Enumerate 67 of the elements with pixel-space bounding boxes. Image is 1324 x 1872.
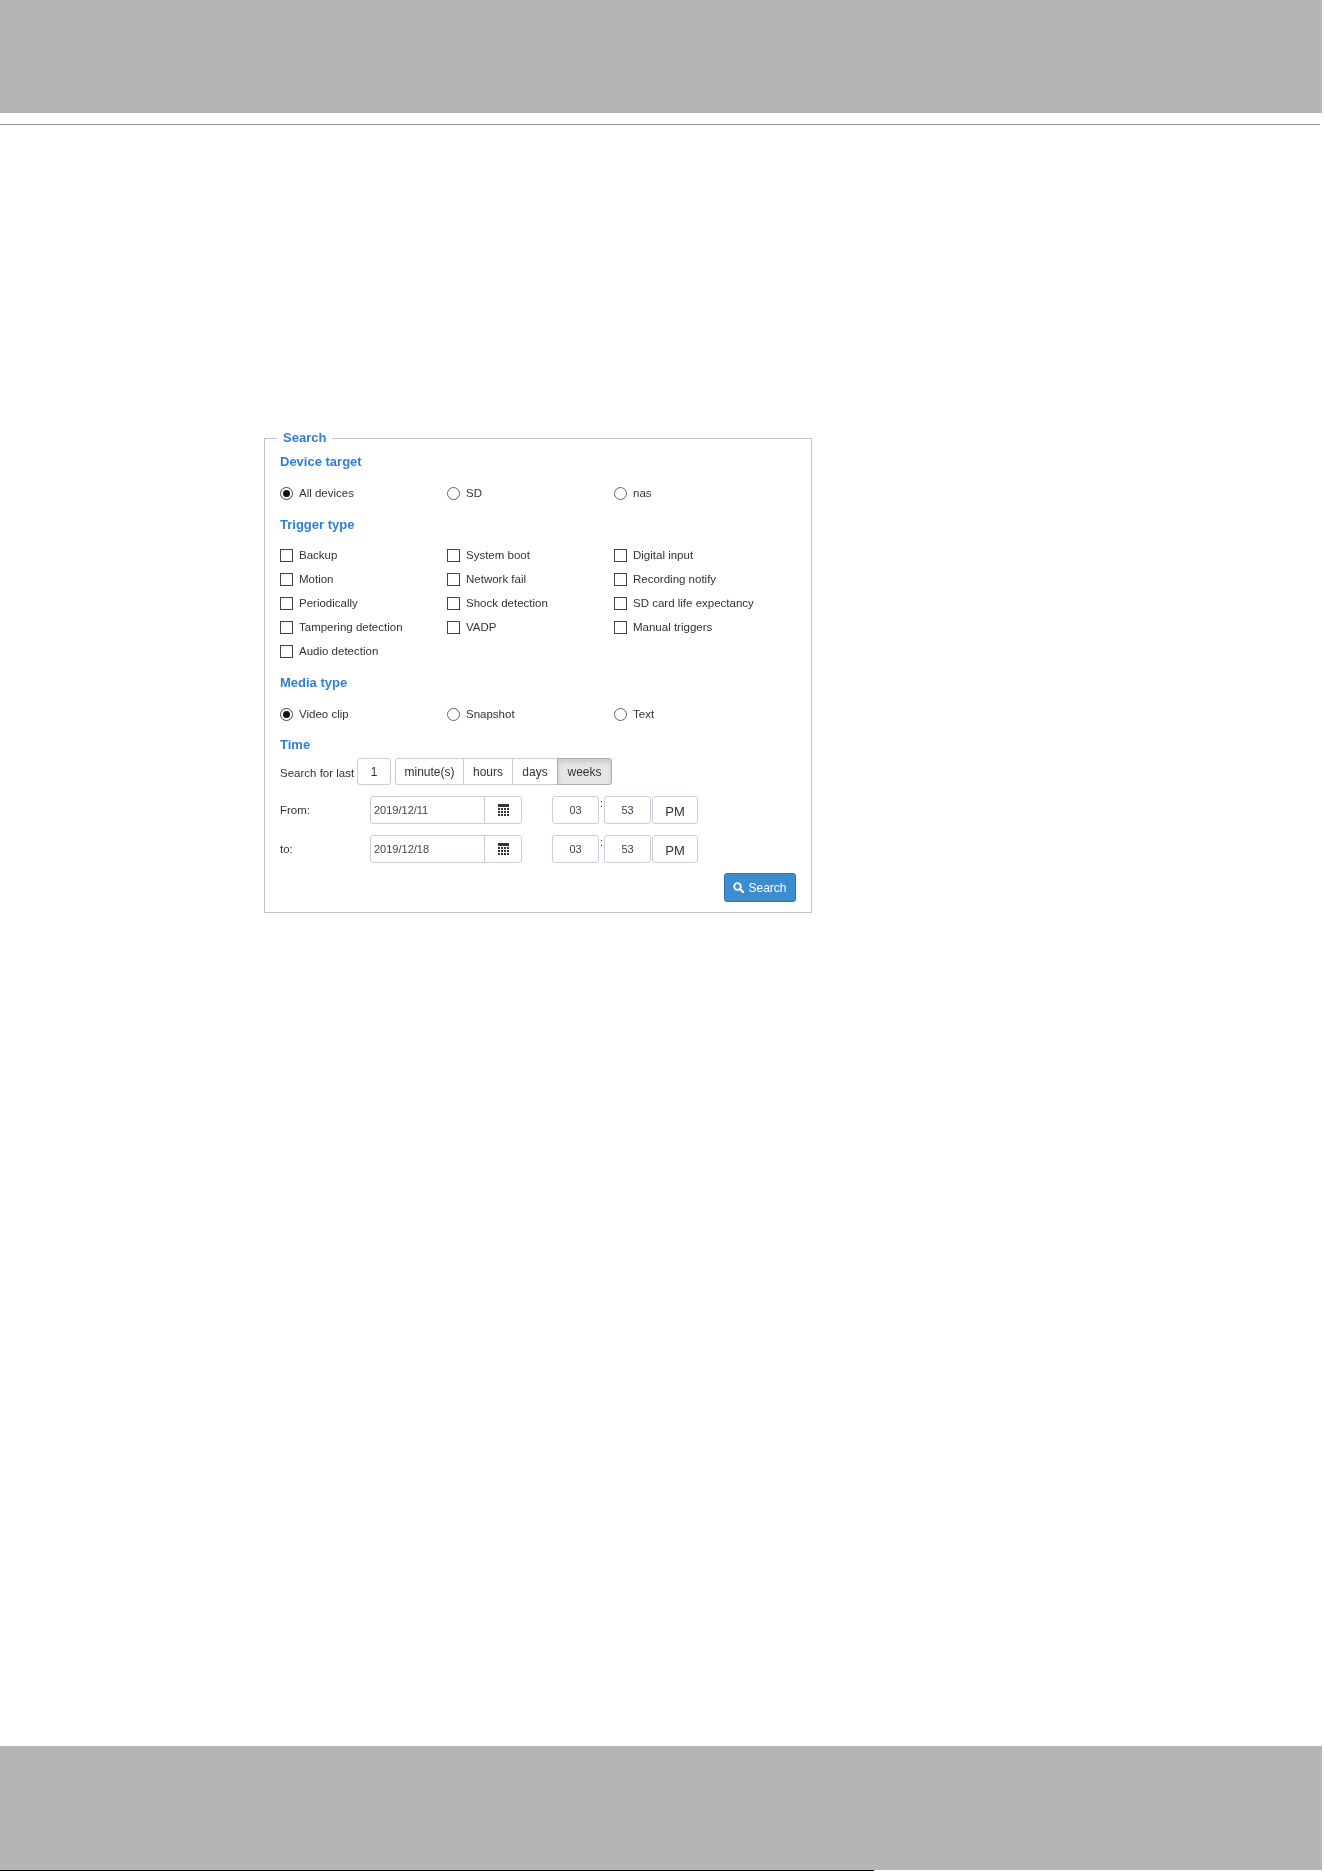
checkbox[interactable] — [614, 596, 627, 610]
minute-field[interactable]: 53 — [604, 835, 651, 863]
checkbox-label: System boot — [466, 548, 530, 563]
checkbox-label: Shock detection — [466, 596, 548, 611]
search-last-label: Search for last — [280, 766, 355, 779]
radio-button[interactable] — [447, 707, 460, 721]
checkbox-label: VADP — [466, 620, 497, 635]
section-heading: Trigger type — [280, 517, 355, 532]
checkbox-label: SD card life expectancy — [633, 596, 754, 611]
calendar-button[interactable] — [484, 796, 522, 824]
calendar-icon — [497, 843, 509, 855]
minute-field[interactable]: 53 — [604, 796, 651, 824]
period-button[interactable]: PM — [652, 835, 698, 863]
time-separator: : — [599, 796, 604, 810]
checkbox-label: Tampering detection — [299, 620, 403, 635]
radio-label: Video clip — [299, 707, 349, 722]
checkbox[interactable] — [447, 572, 460, 586]
radio-button[interactable] — [614, 486, 627, 500]
unit-button[interactable]: hours — [463, 758, 513, 785]
checkbox[interactable] — [447, 620, 460, 634]
checkbox[interactable] — [614, 548, 627, 562]
checkbox[interactable] — [447, 548, 460, 562]
checkbox-label: Manual triggers — [633, 620, 713, 635]
hour-field[interactable]: 03 — [552, 796, 599, 824]
section-heading: Media type — [280, 675, 348, 690]
radio-label: nas — [633, 486, 652, 501]
checkbox-label: Motion — [299, 572, 334, 587]
radio-button[interactable] — [280, 707, 293, 721]
radio-button[interactable] — [614, 707, 627, 721]
unit-button[interactable]: weeks — [557, 758, 612, 785]
radio-button[interactable] — [447, 486, 460, 500]
radio-button[interactable] — [280, 486, 293, 500]
panel-title: Search — [282, 430, 328, 446]
checkbox-label: Audio detection — [299, 644, 379, 659]
time-separator: : — [599, 835, 604, 849]
checkbox[interactable] — [447, 596, 460, 610]
radio-label: Snapshot — [466, 707, 515, 722]
range-label: to: — [280, 843, 293, 855]
unit-button[interactable]: days — [512, 758, 558, 785]
checkbox[interactable] — [280, 548, 293, 562]
search-button[interactable]: Search — [724, 873, 796, 902]
checkbox[interactable] — [614, 572, 627, 586]
section-heading: Device target — [280, 454, 362, 469]
calendar-icon — [497, 804, 509, 816]
search-icon — [733, 882, 745, 893]
unit-button[interactable]: minute(s) — [395, 758, 464, 785]
calendar-button[interactable] — [484, 835, 522, 863]
checkbox-label: Periodically — [299, 596, 358, 611]
checkbox[interactable] — [280, 572, 293, 586]
checkbox[interactable] — [614, 620, 627, 634]
radio-label: All devices — [299, 486, 354, 501]
checkbox-label: Network fail — [466, 572, 527, 587]
hour-field[interactable]: 03 — [552, 835, 599, 863]
checkbox[interactable] — [280, 620, 293, 634]
radio-label: Text — [633, 707, 655, 722]
date-field[interactable]: 2019/12/18 — [370, 835, 485, 863]
amount-field[interactable]: 1 — [357, 758, 391, 785]
checkbox[interactable] — [280, 596, 293, 610]
checkbox-label: Recording notify — [633, 572, 717, 587]
checkbox[interactable] — [280, 644, 293, 658]
date-field[interactable]: 2019/12/11 — [370, 796, 485, 824]
range-label: From: — [280, 804, 311, 816]
radio-label: SD — [466, 486, 482, 501]
checkbox-label: Digital input — [633, 548, 694, 563]
checkbox-label: Backup — [299, 548, 338, 563]
section-heading: Time — [280, 737, 311, 752]
period-button[interactable]: PM — [652, 796, 698, 824]
